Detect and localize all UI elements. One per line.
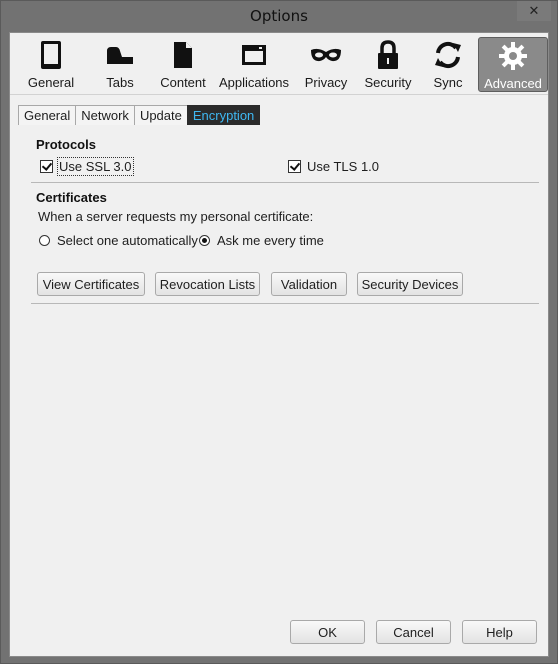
pane-tabs[interactable]: Tabs (90, 37, 150, 92)
use-ssl-label: Use SSL 3.0 (57, 157, 134, 176)
tls-check-icon (288, 160, 301, 173)
phone-icon (34, 39, 68, 71)
pane-security[interactable]: Security (358, 37, 418, 92)
pane-sync[interactable]: Sync (420, 37, 476, 92)
pane-applications[interactable]: Applications (214, 37, 294, 92)
mask-icon (309, 39, 343, 71)
revocation-lists-button[interactable]: Revocation Lists (155, 272, 260, 296)
radio-auto-indicator (39, 235, 50, 246)
radio-ask-indicator (199, 235, 210, 246)
pane-content-label: Content (160, 75, 206, 90)
tab-icon (103, 39, 137, 71)
lock-icon (371, 39, 405, 71)
pane-sync-label: Sync (433, 75, 463, 90)
view-certificates-button[interactable]: View Certificates (37, 272, 145, 296)
use-tls-label: Use TLS 1.0 (307, 159, 380, 174)
use-tls-checkbox[interactable]: Use TLS 1.0 (288, 159, 379, 174)
sync-icon (431, 39, 465, 71)
radio-select-automatically[interactable]: Select one automatically (39, 233, 198, 248)
pane-general-label: General (27, 75, 75, 90)
pane-general[interactable]: General (15, 37, 87, 92)
close-icon: ✕ (528, 3, 540, 19)
tab-general[interactable]: General (18, 105, 77, 125)
advanced-tabs: General Network Update Encryption (18, 105, 261, 126)
security-devices-button[interactable]: Security Devices (357, 272, 463, 296)
cancel-button[interactable]: Cancel (376, 620, 451, 644)
pane-advanced-label: Advanced (484, 76, 542, 91)
pane-advanced[interactable]: Advanced (478, 37, 548, 92)
pane-security-label: Security (364, 75, 412, 90)
help-button[interactable]: Help (462, 620, 537, 644)
tab-update[interactable]: Update (133, 105, 188, 125)
radio-ask-label: Ask me every time (217, 233, 324, 248)
ok-button[interactable]: OK (290, 620, 365, 644)
title-bar[interactable]: Options ✕ (1, 1, 557, 31)
window-title: Options (250, 7, 308, 25)
document-icon (166, 39, 200, 71)
certificates-divider (31, 303, 539, 304)
tab-network[interactable]: Network (75, 105, 135, 125)
radio-ask-every-time[interactable]: Ask me every time (199, 233, 324, 248)
certificates-heading: Certificates (36, 190, 107, 205)
close-button[interactable]: ✕ (517, 1, 551, 21)
pane-privacy[interactable]: Privacy (297, 37, 355, 92)
encryption-panel: Protocols Use SSL 3.0 Use TLS 1.0 Certif… (18, 125, 542, 335)
radio-auto-label: Select one automatically (57, 233, 198, 248)
pane-privacy-label: Privacy (304, 75, 348, 90)
pane-toolbar: General Tabs Content Applications Privac… (10, 33, 548, 95)
use-ssl-checkbox[interactable]: Use SSL 3.0 (40, 157, 134, 176)
gear-icon (496, 40, 530, 72)
options-client-area: General Tabs Content Applications Privac… (9, 32, 549, 657)
pane-applications-label: Applications (218, 75, 290, 90)
pane-content[interactable]: Content (148, 37, 218, 92)
options-window: Options ✕ General Tabs Content Applicati… (0, 0, 558, 664)
ssl-check-icon (40, 160, 53, 173)
window-icon (237, 39, 271, 71)
protocols-heading: Protocols (36, 137, 96, 152)
validation-button[interactable]: Validation (271, 272, 347, 296)
protocols-divider (31, 182, 539, 183)
pane-tabs-label: Tabs (106, 75, 134, 90)
tab-encryption[interactable]: Encryption (186, 105, 261, 125)
certificate-prompt: When a server requests my personal certi… (38, 209, 314, 224)
